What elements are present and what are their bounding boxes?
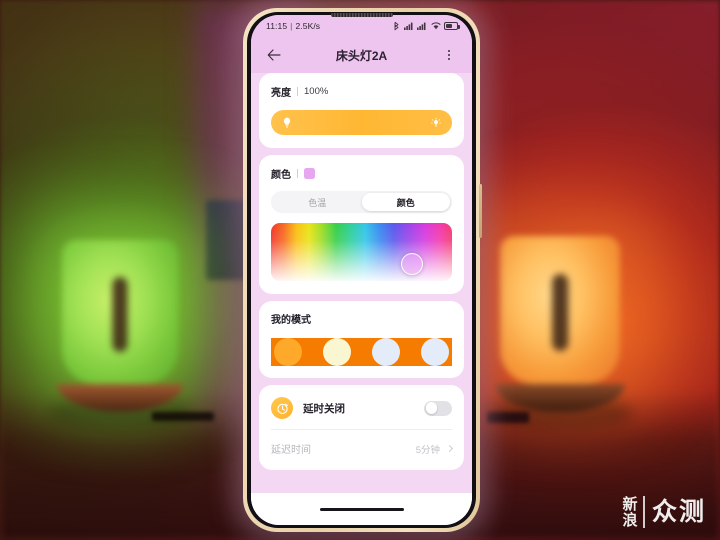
settings-scroll-area[interactable]: 亮度 100% 颜色 色温 颜色 我的模式 延时关闭 延迟时间 5分钟: [251, 73, 472, 493]
bulb-icon: [283, 117, 291, 128]
stopwatch-glyph-icon: [276, 403, 288, 414]
timer-toggle[interactable]: [424, 400, 452, 416]
phone-bezel: 11:15 | 2.5K/s 床头灯2A 亮度 100% 颜色 色温 颜色 我的…: [247, 12, 476, 528]
timer-toggle-knob: [425, 402, 438, 414]
brightness-label: 亮度: [271, 88, 291, 99]
watermark-product: 众测: [651, 497, 706, 526]
kebab-menu-icon: [447, 49, 451, 61]
signal-icon: [417, 22, 426, 30]
color-mode-tabs[interactable]: 色温 颜色: [271, 191, 452, 213]
green-lamp-body: [62, 240, 178, 384]
power-button[interactable]: [479, 184, 482, 238]
timer-row: 延时关闭: [271, 395, 452, 429]
earpiece-speaker: [330, 13, 393, 17]
status-bar-left: 11:15 | 2.5K/s: [266, 21, 320, 31]
color-picker-gradient[interactable]: [271, 223, 452, 281]
current-color-swatch: [304, 168, 315, 179]
status-separator: |: [290, 21, 293, 31]
brightness-card: 亮度 100%: [259, 73, 464, 148]
bluetooth-icon: [394, 21, 399, 31]
green-lamp-slot: [112, 277, 128, 352]
app-bar: 床头灯2A: [251, 37, 472, 73]
color-divider: [297, 169, 298, 178]
signal-icon: [403, 22, 412, 30]
timer-icon: [271, 397, 293, 419]
battery-icon: [444, 22, 460, 30]
background-object-left: [152, 412, 214, 421]
color-picker-wrapper: [271, 223, 452, 281]
mode-preset-warm-cream[interactable]: [372, 338, 400, 366]
background-object-right: [487, 412, 529, 423]
brightness-slider[interactable]: [271, 110, 452, 135]
more-menu-button[interactable]: [438, 44, 460, 66]
bulb-bright-icon: [431, 117, 441, 127]
watermark: 新浪 众测: [620, 496, 706, 528]
orange-lamp-slot: [552, 274, 568, 352]
mode-preset-amber[interactable]: [323, 338, 351, 366]
color-picker-handle[interactable]: [401, 252, 424, 275]
tab-color[interactable]: 颜色: [361, 193, 450, 211]
green-lamp: [50, 240, 190, 428]
color-card: 颜色 色温 颜色: [259, 155, 464, 294]
timer-card: 延时关闭 延迟时间 5分钟: [259, 385, 464, 470]
delay-time-label: 延迟时间: [271, 445, 311, 456]
navigation-bar: [251, 493, 472, 525]
arrow-left-icon: [267, 49, 281, 61]
chevron-right-icon: [445, 444, 454, 453]
phone-screen: 11:15 | 2.5K/s 床头灯2A 亮度 100% 颜色 色温 颜色 我的…: [251, 15, 472, 525]
status-bar: 11:15 | 2.5K/s: [251, 15, 472, 37]
modes-title: 我的模式: [271, 315, 311, 326]
orange-lamp: [488, 236, 632, 429]
delay-time-row[interactable]: 延迟时间 5分钟: [271, 430, 454, 458]
watermark-brand: 新浪: [620, 496, 638, 528]
status-time: 11:15: [266, 21, 288, 31]
battery-level: [446, 24, 452, 28]
home-indicator[interactable]: [319, 507, 404, 511]
screenshot-scene: 11:15 | 2.5K/s 床头灯2A 亮度 100% 颜色 色温 颜色 我的…: [0, 0, 720, 540]
brightness-value: 100%: [304, 86, 329, 97]
modes-card: 我的模式: [259, 301, 464, 378]
brightness-header: 亮度 100%: [271, 84, 452, 99]
watermark-divider: [643, 496, 645, 528]
color-header: 颜色: [271, 166, 452, 181]
phone-device: 11:15 | 2.5K/s 床头灯2A 亮度 100% 颜色 色温 颜色 我的…: [243, 8, 482, 532]
orange-lamp-body: [500, 236, 620, 384]
color-label: 颜色: [271, 170, 291, 181]
back-button[interactable]: [263, 44, 285, 66]
wifi-icon: [430, 22, 441, 30]
brightness-divider: [297, 87, 298, 96]
status-bar-right: [393, 21, 460, 31]
delay-time-value: 5分钟: [415, 444, 440, 456]
tab-color-temperature[interactable]: 色温: [273, 193, 362, 211]
mode-preset-cool-white[interactable]: [421, 338, 449, 366]
mode-preset-row: [271, 338, 452, 366]
mode-preset-deep-orange[interactable]: [274, 338, 302, 366]
status-network-speed: 2.5K/s: [295, 21, 321, 31]
timer-label: 延时关闭: [303, 402, 345, 415]
